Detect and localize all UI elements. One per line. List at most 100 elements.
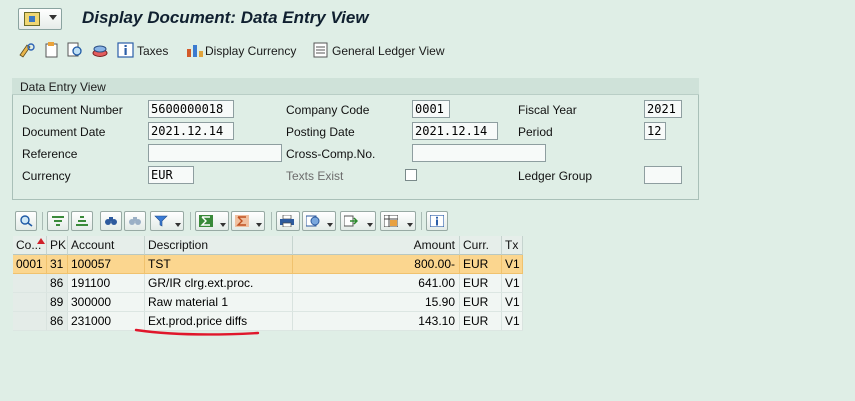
filter-button[interactable] bbox=[150, 211, 184, 231]
currency-icon[interactable] bbox=[186, 42, 204, 58]
company-code-field[interactable]: 0001 bbox=[412, 100, 450, 118]
column-header-tax[interactable]: Tx bbox=[502, 236, 523, 255]
details-button[interactable] bbox=[15, 211, 37, 231]
texts-exist-label: Texts Exist bbox=[286, 169, 344, 183]
views-icon bbox=[306, 215, 320, 227]
find-button[interactable] bbox=[100, 211, 122, 231]
column-header-currency[interactable]: Curr. bbox=[460, 236, 502, 255]
magnifier-icon bbox=[20, 215, 33, 227]
chevron-down-icon bbox=[256, 223, 262, 227]
table-row[interactable]: 89 300000 Raw material 1 15.90 EUR V1 bbox=[13, 293, 523, 312]
cell-currency: EUR bbox=[460, 255, 502, 274]
cell-pk: 86 bbox=[47, 312, 68, 331]
cell-tax: V1 bbox=[502, 255, 523, 274]
cell-description: GR/IR clrg.ext.proc. bbox=[145, 274, 293, 293]
cell-tax: V1 bbox=[502, 274, 523, 293]
column-header-amount[interactable]: Amount bbox=[293, 236, 460, 255]
currency-field[interactable]: EUR bbox=[148, 166, 194, 184]
ledger-icon[interactable] bbox=[312, 42, 330, 58]
chevron-down-icon bbox=[327, 223, 333, 227]
taxes-button[interactable]: Taxes bbox=[137, 44, 168, 58]
texts-exist-checkbox[interactable] bbox=[405, 169, 417, 181]
cell-account: 100057 bbox=[68, 255, 145, 274]
document-search-icon[interactable] bbox=[66, 42, 84, 58]
cell-currency: EUR bbox=[460, 312, 502, 331]
ledger-group-label: Ledger Group bbox=[518, 169, 593, 183]
reference-label: Reference bbox=[22, 147, 78, 161]
cell-description: Raw material 1 bbox=[145, 293, 293, 312]
cell-currency: EUR bbox=[460, 274, 502, 293]
chevron-down-icon bbox=[367, 223, 373, 227]
column-header-account[interactable]: Account bbox=[68, 236, 145, 255]
cell-description: TST bbox=[145, 255, 293, 274]
document-date-label: Document Date bbox=[22, 125, 106, 139]
display-change-icon[interactable] bbox=[18, 42, 36, 58]
chevron-down-icon bbox=[49, 15, 57, 20]
find-next-button[interactable] bbox=[124, 211, 146, 231]
cell-amount: 800.00- bbox=[293, 255, 460, 274]
fiscal-year-label: Fiscal Year bbox=[518, 103, 577, 117]
cell-currency: EUR bbox=[460, 293, 502, 312]
toolbar-separator bbox=[271, 212, 272, 230]
stack-icon[interactable] bbox=[91, 42, 109, 58]
document-number-field[interactable]: 5600000018 bbox=[148, 100, 234, 118]
fiscal-year-field[interactable]: 2021 bbox=[644, 100, 682, 118]
sort-indicator-icon bbox=[37, 238, 45, 244]
cell-tax: V1 bbox=[502, 312, 523, 331]
column-header-description[interactable]: Description bbox=[145, 236, 293, 255]
company-code-label: Company Code bbox=[286, 103, 370, 117]
sort-descending-button[interactable] bbox=[71, 211, 93, 231]
sort-descending-icon bbox=[76, 216, 88, 226]
export-button[interactable] bbox=[340, 211, 376, 231]
application-toolbar: Taxes Display Currency General Ledger Vi… bbox=[0, 38, 855, 64]
cell-company-code: 0001 bbox=[13, 255, 47, 274]
ledger-group-field[interactable] bbox=[644, 166, 682, 184]
table-row[interactable]: 86 191100 GR/IR clrg.ext.proc. 641.00 EU… bbox=[13, 274, 523, 293]
print-button[interactable] bbox=[276, 211, 300, 231]
period-label: Period bbox=[518, 125, 553, 139]
cross-comp-label: Cross-Comp.No. bbox=[286, 147, 376, 161]
document-date-field[interactable]: 2021.12.14 bbox=[148, 122, 234, 140]
table-row[interactable]: 86 231000 Ext.prod.price diffs 143.10 EU… bbox=[13, 312, 523, 331]
total-button[interactable] bbox=[195, 211, 229, 231]
annotation-underline bbox=[134, 328, 260, 336]
toolbar-separator bbox=[42, 212, 43, 230]
cell-tax: V1 bbox=[502, 293, 523, 312]
layout-button[interactable] bbox=[380, 211, 416, 231]
posting-date-label: Posting Date bbox=[286, 125, 355, 139]
subtotal-icon bbox=[235, 215, 249, 227]
export-icon bbox=[344, 215, 358, 227]
group-header bbox=[12, 78, 699, 95]
reference-field[interactable] bbox=[148, 144, 282, 162]
toolbar-separator bbox=[190, 212, 191, 230]
document-number-label: Document Number bbox=[22, 103, 123, 117]
cell-amount: 15.90 bbox=[293, 293, 460, 312]
period-field[interactable]: 12 bbox=[644, 122, 666, 140]
posting-date-field[interactable]: 2021.12.14 bbox=[412, 122, 498, 140]
display-currency-button[interactable]: Display Currency bbox=[205, 44, 296, 58]
subtotal-button[interactable] bbox=[231, 211, 265, 231]
cross-comp-field[interactable] bbox=[412, 144, 546, 162]
cell-amount: 641.00 bbox=[293, 274, 460, 293]
chevron-down-icon bbox=[220, 223, 226, 227]
cell-pk: 31 bbox=[47, 255, 68, 274]
print-icon bbox=[280, 215, 294, 227]
info-icon bbox=[430, 215, 444, 227]
information-button[interactable] bbox=[426, 211, 448, 231]
cell-amount: 143.10 bbox=[293, 312, 460, 331]
cell-account: 300000 bbox=[68, 293, 145, 312]
info-icon[interactable] bbox=[117, 42, 135, 58]
layout-icon bbox=[384, 215, 398, 227]
table-row[interactable]: 0001 31 100057 TST 800.00- EUR V1 bbox=[13, 255, 523, 274]
system-menu-button[interactable] bbox=[18, 8, 62, 30]
chevron-down-icon bbox=[407, 223, 413, 227]
group-title: Data Entry View bbox=[20, 80, 106, 94]
views-button[interactable] bbox=[302, 211, 336, 231]
column-header-pk[interactable]: PK bbox=[47, 236, 68, 255]
sort-ascending-button[interactable] bbox=[47, 211, 69, 231]
cell-company-code bbox=[13, 293, 47, 312]
document-icon[interactable] bbox=[43, 42, 61, 58]
data-entry-view-group bbox=[12, 78, 699, 200]
toolbar-separator bbox=[421, 212, 422, 230]
general-ledger-view-button[interactable]: General Ledger View bbox=[332, 44, 445, 58]
